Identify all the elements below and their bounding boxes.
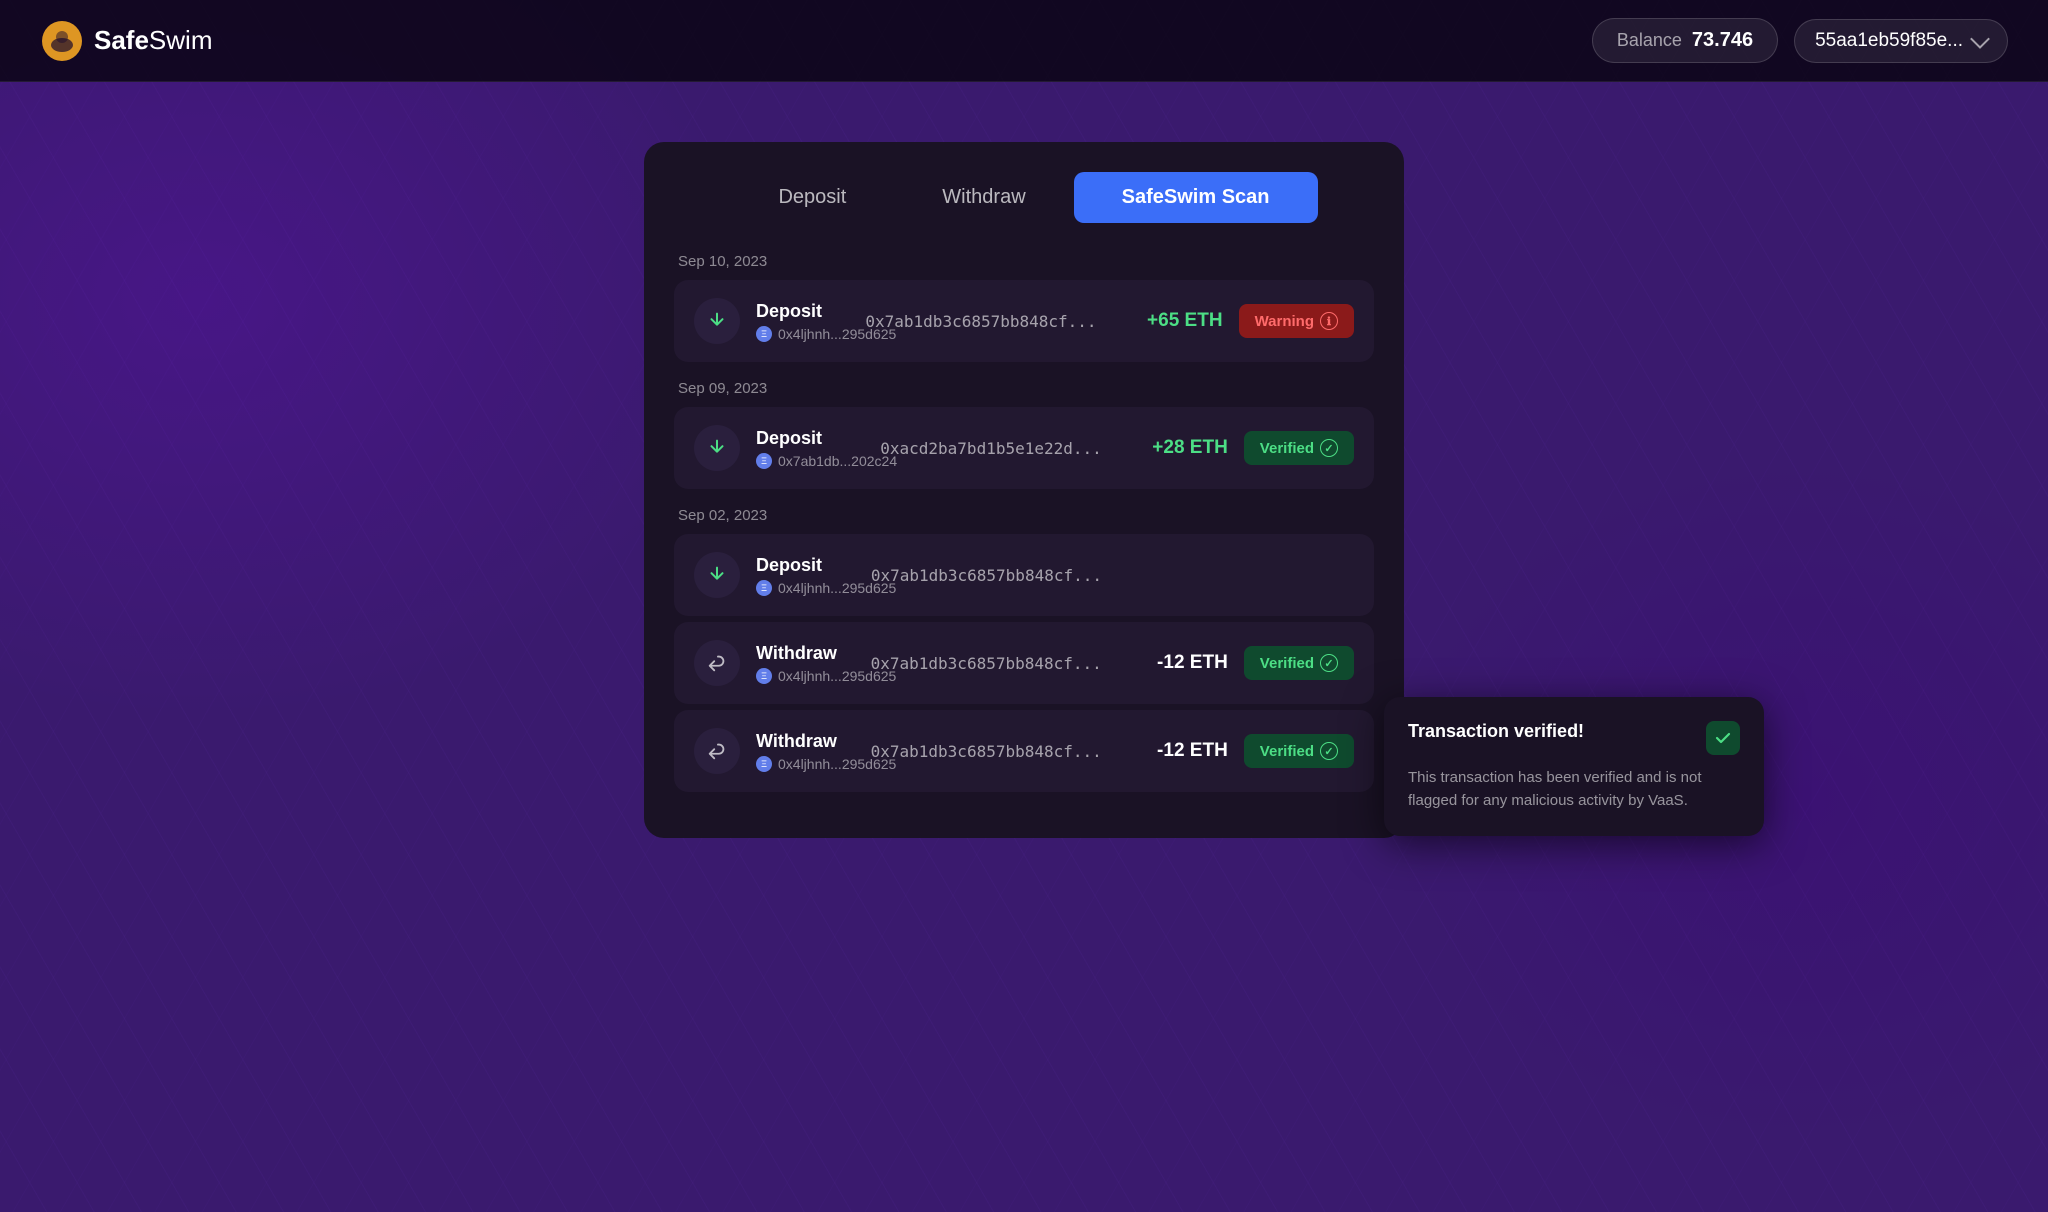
withdraw-icon bbox=[694, 640, 740, 686]
section-date-2: Sep 09, 2023 bbox=[674, 380, 1374, 397]
header-right: Balance 73.746 55aa1eb59f85e... bbox=[1592, 18, 2008, 63]
transaction-row: Deposit Ξ 0x7ab1db...202c24 0xacd2ba7bd1… bbox=[674, 407, 1374, 489]
tx-type: Deposit bbox=[756, 428, 864, 449]
main-card: Deposit Withdraw SafeSwim Scan Sep 10, 2… bbox=[644, 142, 1404, 838]
deposit-icon bbox=[694, 425, 740, 471]
verified-icon: ✓ bbox=[1320, 439, 1338, 457]
balance-display: Balance 73.746 bbox=[1592, 18, 1778, 63]
tooltip-body: This transaction has been verified and i… bbox=[1408, 767, 1740, 812]
transaction-row: Deposit Ξ 0x4ljhnh...295d625 0x7ab1db3c6… bbox=[674, 534, 1374, 616]
tx-info: Withdraw Ξ 0x4ljhnh...295d625 bbox=[756, 643, 855, 684]
eth-icon: Ξ bbox=[756, 668, 772, 684]
warning-icon: ℹ bbox=[1320, 312, 1338, 330]
wallet-address-button[interactable]: 55aa1eb59f85e... bbox=[1794, 19, 2008, 63]
tab-safeswim-scan[interactable]: SafeSwim Scan bbox=[1074, 172, 1318, 223]
deposit-icon bbox=[694, 298, 740, 344]
tx-badge: Verified ✓ bbox=[1244, 734, 1354, 768]
logo: SafeSwim bbox=[40, 19, 212, 63]
tx-hash: 0x7ab1db3c6857bb848cf... bbox=[871, 566, 1102, 585]
balance-label: Balance bbox=[1617, 30, 1682, 51]
tx-from: Ξ 0x4ljhnh...295d625 bbox=[756, 668, 855, 684]
section-date-3: Sep 02, 2023 bbox=[674, 507, 1374, 524]
tx-info: Deposit Ξ 0x7ab1db...202c24 bbox=[756, 428, 864, 469]
tx-hash: 0x7ab1db3c6857bb848cf... bbox=[871, 742, 1102, 761]
warning-label: Warning bbox=[1255, 313, 1314, 330]
app-header: SafeSwim Balance 73.746 55aa1eb59f85e... bbox=[0, 0, 2048, 82]
verified-badge[interactable]: Verified ✓ bbox=[1244, 431, 1354, 465]
tx-from: Ξ 0x7ab1db...202c24 bbox=[756, 453, 864, 469]
verified-tooltip: Transaction verified! This transaction h… bbox=[1384, 697, 1764, 836]
tx-badge: Verified ✓ bbox=[1244, 646, 1354, 680]
transaction-row: Deposit Ξ 0x4ljhnh...295d625 0x7ab1db3c6… bbox=[674, 280, 1374, 362]
tx-amount: -12 ETH bbox=[1118, 740, 1228, 762]
tx-info: Deposit Ξ 0x4ljhnh...295d625 bbox=[756, 555, 855, 596]
deposit-icon bbox=[694, 552, 740, 598]
tx-from: Ξ 0x4ljhnh...295d625 bbox=[756, 326, 849, 342]
tx-amount: -12 ETH bbox=[1118, 652, 1228, 674]
tx-type: Withdraw bbox=[756, 731, 855, 752]
tx-type: Withdraw bbox=[756, 643, 855, 664]
tx-from: Ξ 0x4ljhnh...295d625 bbox=[756, 756, 855, 772]
chevron-down-icon bbox=[1970, 29, 1990, 49]
eth-icon: Ξ bbox=[756, 453, 772, 469]
transaction-row: Withdraw Ξ 0x4ljhnh...295d625 0x7ab1db3c… bbox=[674, 622, 1374, 704]
tx-hash: 0x7ab1db3c6857bb848cf... bbox=[865, 312, 1096, 331]
verified-label: Verified bbox=[1260, 655, 1314, 672]
verified-icon: ✓ bbox=[1320, 742, 1338, 760]
verified-icon: ✓ bbox=[1320, 654, 1338, 672]
verified-badge[interactable]: Verified ✓ bbox=[1244, 646, 1354, 680]
tab-withdraw[interactable]: Withdraw bbox=[894, 172, 1073, 223]
tabs-container: Deposit Withdraw SafeSwim Scan bbox=[674, 172, 1374, 223]
tx-type: Deposit bbox=[756, 301, 849, 322]
tx-hash: 0xacd2ba7bd1b5e1e22d... bbox=[880, 439, 1102, 458]
withdraw-icon bbox=[694, 728, 740, 774]
section-date-1: Sep 10, 2023 bbox=[674, 253, 1374, 270]
eth-icon: Ξ bbox=[756, 326, 772, 342]
verified-label: Verified bbox=[1260, 743, 1314, 760]
warning-badge[interactable]: Warning ℹ bbox=[1239, 304, 1354, 338]
main-content: Deposit Withdraw SafeSwim Scan Sep 10, 2… bbox=[0, 82, 2048, 838]
logo-text: SafeSwim bbox=[94, 25, 212, 56]
tx-badge: Warning ℹ bbox=[1239, 304, 1354, 338]
tooltip-check-icon bbox=[1706, 721, 1740, 755]
tx-amount: +65 ETH bbox=[1113, 310, 1223, 332]
eth-icon: Ξ bbox=[756, 756, 772, 772]
tab-deposit[interactable]: Deposit bbox=[730, 172, 894, 223]
verified-label: Verified bbox=[1260, 440, 1314, 457]
transaction-row: Withdraw Ξ 0x4ljhnh...295d625 0x7ab1db3c… bbox=[674, 710, 1374, 792]
tx-from-address: 0x7ab1db...202c24 bbox=[778, 453, 897, 469]
tx-badge: Verified ✓ bbox=[1244, 431, 1354, 465]
tx-type: Deposit bbox=[756, 555, 855, 576]
tx-amount: +28 ETH bbox=[1118, 437, 1228, 459]
logo-icon bbox=[40, 19, 84, 63]
tooltip-header: Transaction verified! bbox=[1408, 721, 1740, 755]
tooltip-title: Transaction verified! bbox=[1408, 721, 1584, 742]
tx-hash: 0x7ab1db3c6857bb848cf... bbox=[871, 654, 1102, 673]
eth-icon: Ξ bbox=[756, 580, 772, 596]
tx-info: Deposit Ξ 0x4ljhnh...295d625 bbox=[756, 301, 849, 342]
verified-badge[interactable]: Verified ✓ bbox=[1244, 734, 1354, 768]
tx-info: Withdraw Ξ 0x4ljhnh...295d625 bbox=[756, 731, 855, 772]
tx-from: Ξ 0x4ljhnh...295d625 bbox=[756, 580, 855, 596]
wallet-address-text: 55aa1eb59f85e... bbox=[1815, 30, 1963, 52]
balance-amount: 73.746 bbox=[1692, 29, 1753, 52]
